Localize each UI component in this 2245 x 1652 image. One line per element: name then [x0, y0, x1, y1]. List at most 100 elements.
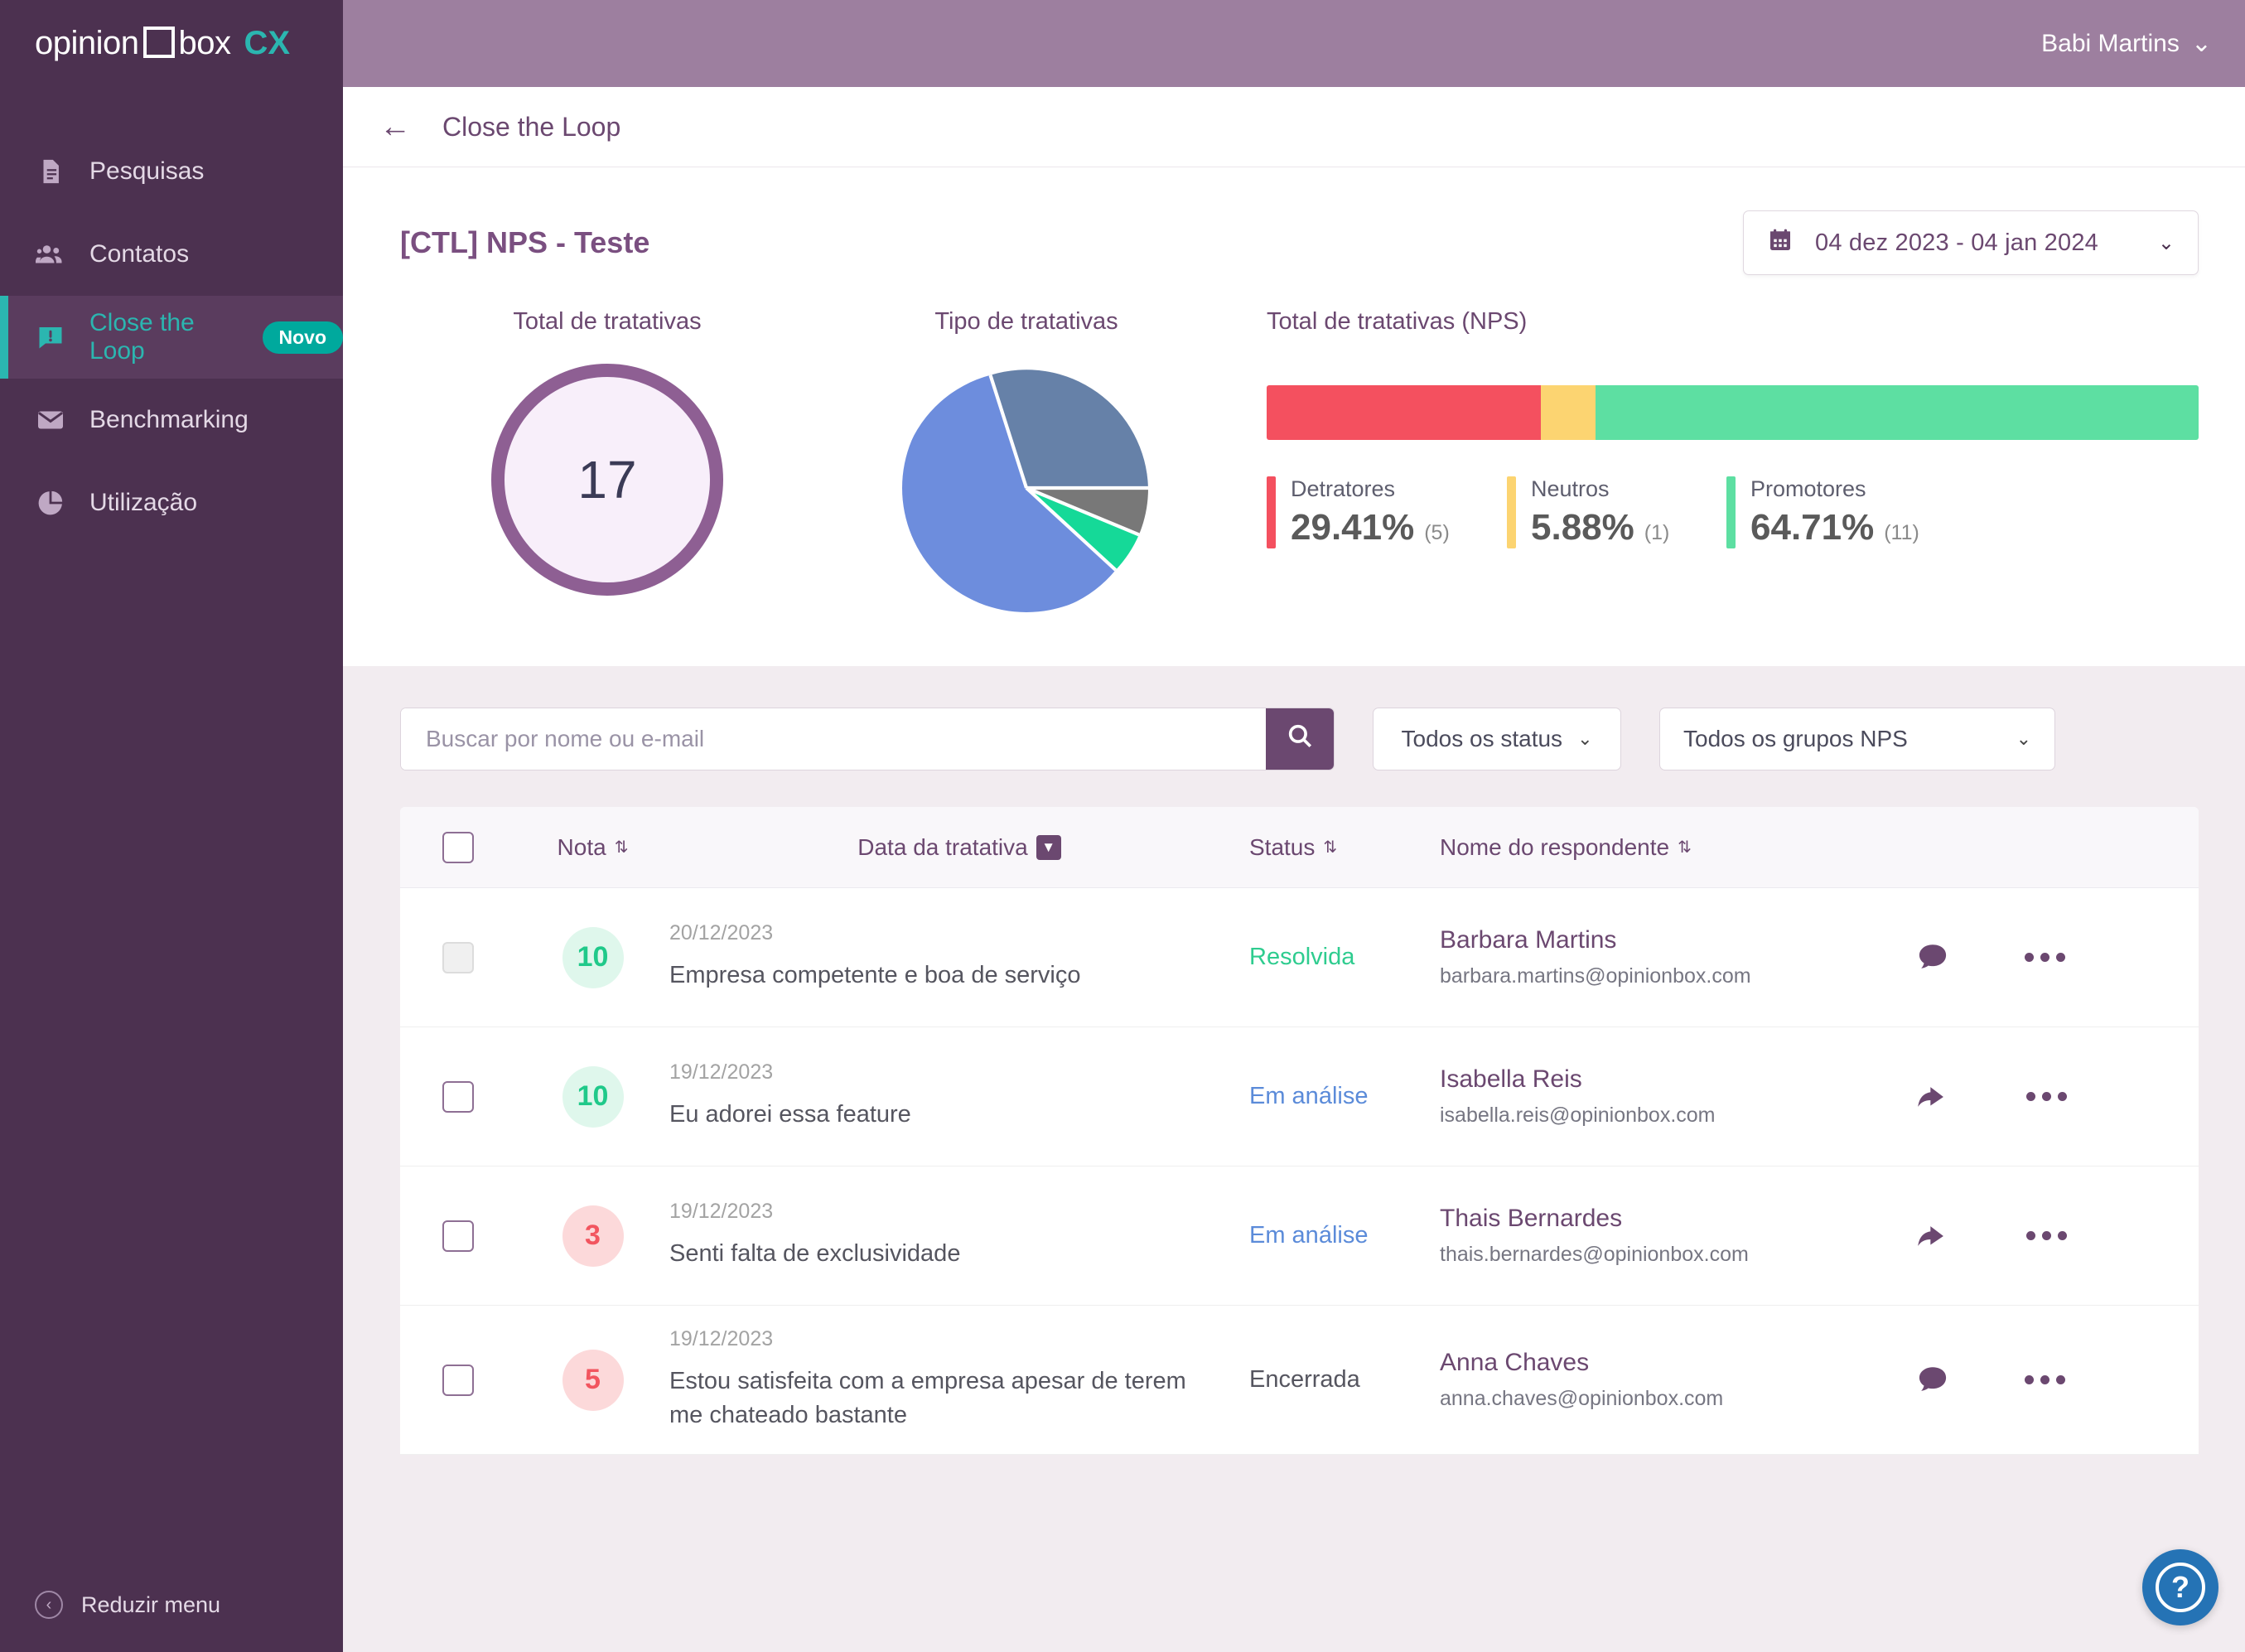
sort-icon: ⇅: [1678, 838, 1692, 857]
document-icon: [35, 156, 66, 187]
sort-icon: ⇅: [1323, 838, 1338, 857]
column-header-data-tratativa[interactable]: Data da tratativa ▼: [669, 834, 1249, 861]
row-actions-cell: [1871, 1079, 2199, 1115]
row-checkbox[interactable]: [442, 1220, 474, 1252]
column-label: Nota: [557, 833, 606, 860]
row-status-cell: Resolvida: [1249, 944, 1440, 971]
row-date: 19/12/2023: [669, 1200, 774, 1224]
row-checkbox[interactable]: [442, 1364, 474, 1396]
column-header-status[interactable]: Status ⇅: [1249, 834, 1440, 861]
legend-count: (5): [1424, 521, 1450, 544]
sidebar-item-pesquisas[interactable]: Pesquisas: [0, 130, 343, 213]
search-icon: [1286, 722, 1314, 756]
table-row[interactable]: 10 19/12/2023 Eu adorei essa feature Em …: [400, 1027, 2199, 1167]
select-all-checkbox[interactable]: [442, 831, 474, 863]
reply-icon[interactable]: [1915, 1218, 1952, 1254]
row-select-cell: [400, 941, 516, 973]
table-row[interactable]: 3 19/12/2023 Senti falta de exclusividad…: [400, 1167, 2199, 1306]
row-more-options-icon[interactable]: [2025, 1375, 2065, 1385]
collapse-menu-label: Reduzir menu: [81, 1592, 221, 1617]
respondent-name: Barbara Martins: [1440, 926, 1617, 954]
help-button[interactable]: ?: [2142, 1549, 2218, 1625]
score-badge: 5: [562, 1349, 624, 1411]
sort-icon: ⇅: [614, 838, 629, 857]
legend-swatch: [1507, 476, 1516, 548]
comment-icon[interactable]: [1915, 940, 1950, 975]
sidebar-badge-novo: Novo: [262, 321, 343, 354]
metric-label: Tipo de tratativas: [934, 308, 1118, 335]
nps-bar-neutros: [1540, 385, 1596, 440]
row-status-cell: Encerrada: [1249, 1366, 1440, 1394]
legend-item-neutros: Neutros 5.88% (1): [1507, 476, 1726, 548]
brand-word-box: box: [178, 25, 232, 61]
sidebar: opinion box CX Pesquisas Contatos Close …: [0, 0, 343, 1652]
row-more-options-icon[interactable]: [2026, 1231, 2067, 1240]
legend-count: (11): [1884, 521, 1919, 544]
nps-legend: Detratores 29.41% (5) Neutros 5.88% (1) …: [1267, 476, 2199, 548]
legend-item-detratores: Detratores 29.41% (5): [1267, 476, 1507, 548]
score-badge: 3: [562, 1205, 624, 1267]
collapse-menu-button[interactable]: ‹ Reduzir menu: [0, 1591, 343, 1619]
summary-panel: [CTL] NPS - Teste 04 dez 2023 - 04 jan 2…: [343, 167, 2245, 666]
row-checkbox: [442, 941, 474, 973]
sidebar-item-utilizacao[interactable]: Utilização: [0, 461, 343, 544]
status-badge: Em análise: [1249, 1083, 1369, 1109]
chevron-left-circle-icon: ‹: [35, 1591, 63, 1619]
row-select-cell: [400, 1080, 516, 1113]
back-arrow-icon[interactable]: ←: [379, 111, 411, 142]
respondent-name: Thais Bernardes: [1440, 1205, 1623, 1232]
sidebar-item-label: Contatos: [89, 240, 190, 268]
envelope-icon: [35, 404, 66, 436]
user-name: Babi Martins: [2041, 29, 2180, 57]
sidebar-item-benchmarking[interactable]: Benchmarking: [0, 379, 343, 461]
table-row[interactable]: 10 20/12/2023 Empresa competente e boa d…: [400, 888, 2199, 1027]
respondent-name: Anna Chaves: [1440, 1349, 1590, 1377]
tratativas-table: Nota ⇅ Data da tratativa ▼ Status ⇅ Nome…: [400, 807, 2199, 1456]
chevron-down-icon: ⌄: [2190, 30, 2212, 57]
row-date-comment-cell: 19/12/2023 Eu adorei essa feature: [669, 1060, 1249, 1132]
nps-group-filter-select[interactable]: Todos os grupos NPS ⌄: [1659, 708, 2055, 770]
metrics-row: Total de tratativas 17 Tipo de tratativa…: [343, 275, 2245, 616]
column-header-nota[interactable]: Nota ⇅: [516, 834, 669, 861]
row-checkbox[interactable]: [442, 1080, 474, 1113]
sidebar-item-contatos[interactable]: Contatos: [0, 213, 343, 296]
metric-total-tratativas: Total de tratativas 17: [400, 308, 814, 596]
main-area: Babi Martins ⌄ ← Close the Loop [CTL] NP…: [343, 0, 2245, 1652]
topbar: Babi Martins ⌄: [343, 0, 2245, 87]
row-date: 20/12/2023: [669, 921, 774, 945]
row-more-options-icon[interactable]: [2026, 1092, 2067, 1101]
metric-label: Total de tratativas (NPS): [1267, 308, 1528, 335]
respondent-email: barbara.martins@opinionbox.com: [1440, 964, 1751, 988]
date-range-text: 04 dez 2023 - 04 jan 2024: [1815, 229, 2098, 256]
status-filter-select[interactable]: Todos os status ⌄: [1373, 708, 1621, 770]
column-label: Data da tratativa: [857, 833, 1028, 860]
sidebar-item-label: Utilização: [89, 489, 198, 516]
respondent-name: Isabella Reis: [1440, 1065, 1582, 1093]
sidebar-item-close-the-loop[interactable]: Close the Loop Novo: [0, 296, 343, 379]
sidebar-item-label: Pesquisas: [89, 157, 205, 185]
search-button[interactable]: [1266, 708, 1334, 770]
row-more-options-icon[interactable]: [2025, 953, 2065, 962]
row-respondent-cell: Thais Bernardes thais.bernardes@opinionb…: [1440, 1205, 1871, 1267]
user-menu[interactable]: Babi Martins ⌄: [2041, 29, 2212, 58]
respondent-email: anna.chaves@opinionbox.com: [1440, 1387, 1724, 1411]
comment-icon[interactable]: [1915, 1363, 1950, 1398]
legend-percent: 64.71%: [1750, 507, 1875, 548]
legend-percent: 5.88%: [1531, 507, 1634, 548]
table-row[interactable]: 5 19/12/2023 Estou satisfeita com a empr…: [400, 1306, 2199, 1456]
nps-group-filter-label: Todos os grupos NPS: [1683, 726, 1908, 751]
column-header-nome-respondente[interactable]: Nome do respondente ⇅: [1440, 834, 1871, 861]
row-respondent-cell: Barbara Martins barbara.martins@opinionb…: [1440, 926, 1871, 988]
row-score-cell: 10: [516, 1065, 669, 1128]
reply-icon[interactable]: [1915, 1079, 1952, 1115]
nps-bar-detratores: [1267, 385, 1541, 440]
brand-logo[interactable]: opinion box CX: [0, 0, 343, 87]
summary-title-row: [CTL] NPS - Teste 04 dez 2023 - 04 jan 2…: [343, 167, 2245, 275]
search-input[interactable]: [401, 708, 1266, 770]
chevron-down-icon: ⌄: [2016, 728, 2031, 749]
legend-label: Promotores: [1750, 476, 1866, 501]
filters-row: Todos os status ⌄ Todos os grupos NPS ⌄: [400, 708, 2199, 770]
question-mark-icon: ?: [2156, 1563, 2205, 1612]
status-badge: Encerrada: [1249, 1366, 1360, 1394]
date-range-picker[interactable]: 04 dez 2023 - 04 jan 2024 ⌄: [1743, 210, 2199, 275]
